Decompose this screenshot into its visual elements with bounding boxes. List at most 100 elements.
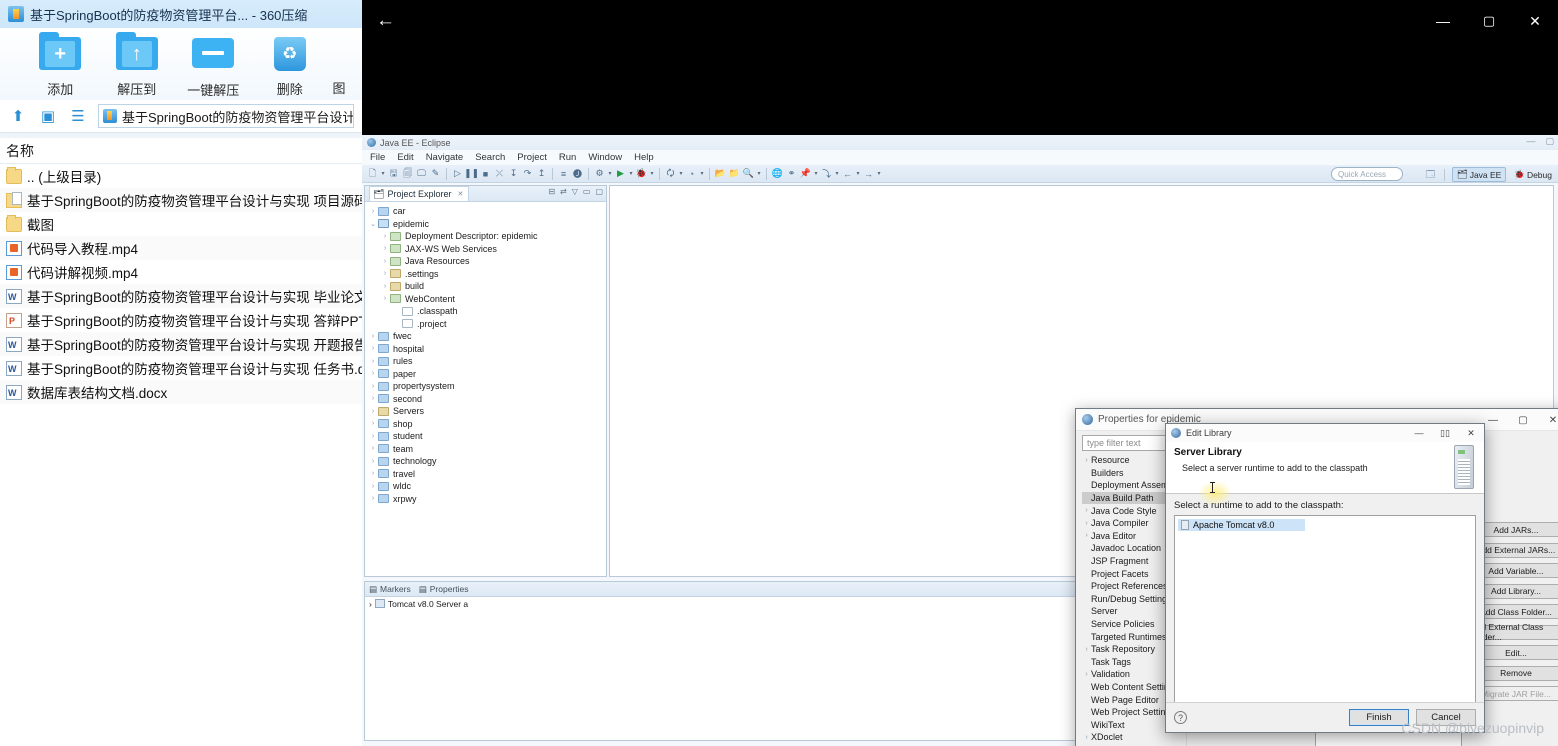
tree-item-deployment-descriptor-epidemic[interactable]: › Deployment Descriptor: epidemic (368, 230, 606, 243)
save-all-icon[interactable]: 🗐 (401, 167, 414, 181)
tree-item-shop[interactable]: › shop (368, 418, 606, 431)
tree-item-paper[interactable]: › paper (368, 368, 606, 381)
coverage-dropdown-icon[interactable]: ▾ (678, 167, 684, 181)
tree-item-technology[interactable]: › technology (368, 455, 606, 468)
pin-dropdown-icon[interactable]: ▾ (813, 167, 819, 181)
list-item[interactable]: .. (上级目录) (0, 164, 362, 188)
list-view-icon[interactable]: ☰ (68, 106, 88, 126)
properties-maximize-button[interactable]: ▢ (1508, 409, 1538, 431)
new-connection-icon[interactable]: ⚭ (785, 167, 798, 181)
chevron-right-icon[interactable]: › (368, 208, 378, 215)
back-arrow-icon[interactable]: ← (376, 11, 398, 30)
expand-arrow-icon[interactable]: › (369, 599, 372, 609)
zip-column-header[interactable]: 名称 (0, 138, 362, 164)
list-item[interactable]: 基于SpringBoot的防疫物资管理平台设计与实现 答辩PPT.ppt (0, 308, 362, 332)
menu-item-project[interactable]: Project (517, 152, 547, 163)
print-icon[interactable]: 🖵 (415, 167, 428, 181)
step-return-icon[interactable]: ↥ (535, 167, 548, 181)
chevron-right-icon[interactable]: › (1082, 646, 1091, 653)
zip-toolbar-add[interactable]: + 添加 (22, 31, 99, 98)
back-history-dropdown-icon[interactable]: ▾ (855, 167, 861, 181)
quick-fix-icon[interactable]: ✎ (429, 167, 442, 181)
collapse-all-icon[interactable]: ⊟ (548, 187, 555, 196)
chevron-right-icon[interactable]: › (380, 258, 390, 265)
tree-item-team[interactable]: › team (368, 443, 606, 456)
chevron-down-icon[interactable]: ⌄ (368, 220, 378, 228)
back-history-icon[interactable]: ← (841, 167, 854, 181)
next-annotation-dropdown-icon[interactable]: ▾ (834, 167, 840, 181)
chevron-right-icon[interactable]: › (368, 495, 378, 502)
run-icon[interactable]: ▶ (614, 167, 627, 181)
menu-item-window[interactable]: Window (588, 152, 622, 163)
chevron-right-icon[interactable]: › (368, 358, 378, 365)
tab-markers[interactable]: ▤ Markers (369, 584, 411, 595)
thumbnail-view-icon[interactable]: ▣ (38, 106, 58, 126)
suspend-icon[interactable]: ❚❚ (464, 167, 479, 181)
web-browser-icon[interactable]: 🌐 (771, 167, 784, 181)
tab-properties[interactable]: ▤ Properties (419, 584, 469, 595)
open-perspective-icon[interactable]: 🗔 (1424, 168, 1437, 182)
zip-toolbar-extract-to[interactable]: ↑ 解压到 (99, 31, 176, 98)
next-annotation-icon[interactable]: ⤵ (820, 167, 833, 181)
zip-toolbar-one-click-extract[interactable]: 一键解压 (175, 33, 252, 99)
tree-item-student[interactable]: › student (368, 430, 606, 443)
edit-library-help-icon[interactable]: ? (1174, 711, 1187, 724)
tree-item-build[interactable]: › build (368, 280, 606, 293)
chevron-right-icon[interactable]: › (368, 433, 378, 440)
chevron-right-icon[interactable]: › (380, 233, 390, 240)
open-task-icon[interactable]: ≡ (557, 167, 570, 181)
chevron-right-icon[interactable]: › (1082, 532, 1091, 539)
search-dropdown-icon[interactable]: ▾ (756, 167, 762, 181)
chevron-right-icon[interactable]: › (1082, 507, 1091, 514)
zip-path-input[interactable]: 基于SpringBoot的防疫物资管理平台设计与实 (98, 104, 354, 128)
runtime-list-item[interactable]: Apache Tomcat v8.0 (1178, 519, 1305, 531)
menu-item-file[interactable]: File (370, 152, 385, 163)
edit-library-minimize-button[interactable]: — (1406, 424, 1432, 442)
chevron-right-icon[interactable]: › (1082, 671, 1091, 678)
tab-project-explorer[interactable]: 🗂 Project Explorer ✕ (369, 186, 470, 201)
chevron-right-icon[interactable]: › (368, 458, 378, 465)
tree-item-wldc[interactable]: › wldc (368, 480, 606, 493)
chevron-right-icon[interactable]: › (380, 245, 390, 252)
tree-item-propertysystem[interactable]: › propertysystem (368, 380, 606, 393)
list-item[interactable]: 代码导入教程.mp4 (0, 236, 362, 260)
terminate-icon[interactable]: ■ (479, 167, 492, 181)
tree-item-car[interactable]: › car (368, 205, 606, 218)
tree-item-classpath[interactable]: .classpath (368, 305, 606, 318)
quick-access-input[interactable]: Quick Access (1331, 167, 1403, 181)
zip-toolbar-delete[interactable]: ♻ 删除 (252, 35, 329, 98)
tree-item-webcontent[interactable]: › WebContent (368, 293, 606, 306)
chevron-right-icon[interactable]: › (368, 445, 378, 452)
list-item[interactable]: 代码讲解视频.mp4 (0, 260, 362, 284)
tree-item-second[interactable]: › second (368, 393, 606, 406)
disconnect-icon[interactable]: ⤬ (493, 167, 506, 181)
up-arrow-icon[interactable]: ⬆ (8, 106, 28, 126)
menu-item-search[interactable]: Search (475, 152, 505, 163)
list-item[interactable]: 基于SpringBoot的防疫物资管理平台设计与实现 开题报告.doc (0, 332, 362, 356)
perspective-java-ee[interactable]: 🗂 Java EE (1451, 167, 1507, 182)
finish-button[interactable]: Finish (1349, 709, 1409, 726)
runtime-list[interactable]: Apache Tomcat v8.0 (1174, 515, 1476, 703)
resume-icon[interactable]: ▷ (451, 167, 464, 181)
list-item[interactable]: 截图 (0, 212, 362, 236)
save-icon[interactable]: 🖫 (387, 167, 400, 181)
tree-item-fwec[interactable]: › fwec (368, 330, 606, 343)
chevron-right-icon[interactable]: › (380, 295, 390, 302)
tree-item-settings[interactable]: › .settings (368, 268, 606, 281)
perspective-debug[interactable]: 🐞 Debug (1510, 168, 1556, 181)
properties-close-button[interactable]: ✕ (1538, 409, 1558, 431)
new-dropdown-icon[interactable]: ▾ (380, 167, 386, 181)
close-button[interactable]: ✕ (1512, 0, 1558, 42)
edit-library-maximize-button[interactable]: ▯▯ (1432, 424, 1458, 442)
external-tools-dropdown-icon[interactable]: ▾ (607, 167, 613, 181)
list-item[interactable]: 基于SpringBoot的防疫物资管理平台设计与实现 毕业论文.docx (0, 284, 362, 308)
list-item[interactable]: 基于SpringBoot的防疫物资管理平台设计与实现 项目源码及数据 (0, 188, 362, 212)
coverage-icon[interactable]: 🗘 (664, 167, 677, 181)
edit-library-close-button[interactable]: ✕ (1458, 424, 1484, 442)
chevron-right-icon[interactable]: › (1082, 457, 1091, 464)
tree-item-rules[interactable]: › rules (368, 355, 606, 368)
eclipse-maximize-button[interactable]: ▢ (1545, 136, 1554, 147)
chevron-right-icon[interactable]: › (1082, 520, 1091, 527)
step-over-icon[interactable]: ↷ (521, 167, 534, 181)
chevron-right-icon[interactable]: › (368, 370, 378, 377)
